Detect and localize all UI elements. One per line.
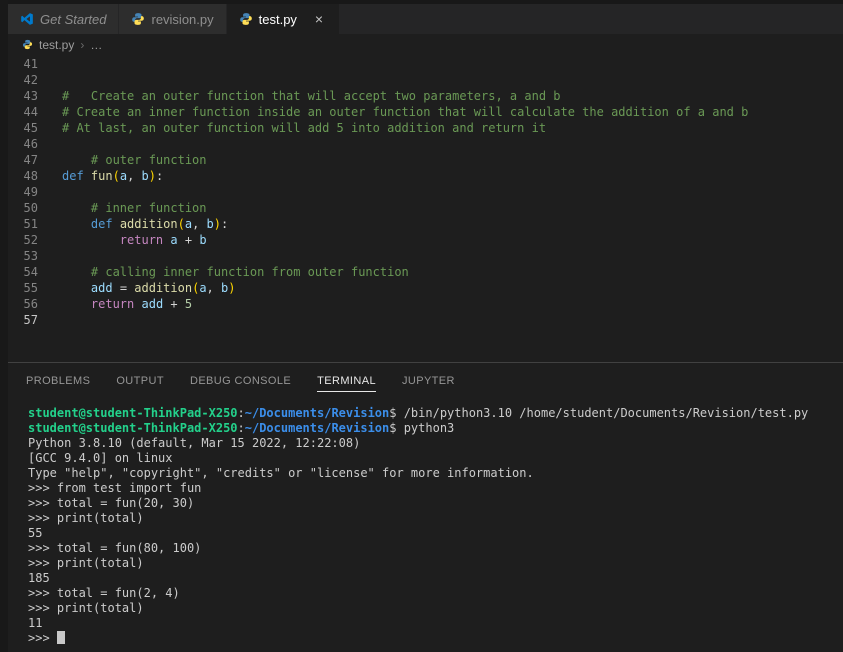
close-icon[interactable]: × — [311, 12, 327, 26]
panel-tab-terminal[interactable]: TERMINAL — [317, 369, 376, 392]
terminal[interactable]: student@student-ThinkPad-X250:~/Document… — [8, 398, 843, 652]
terminal-line: >>> total = fun(80, 100) — [28, 541, 202, 555]
code-line[interactable]: 42 — [8, 72, 843, 88]
line-number: 46 — [23, 137, 38, 151]
code-text: # At last, an outer function will add 5 … — [62, 121, 547, 135]
chevron-right-icon: › — [80, 37, 85, 52]
line-number: 43 — [23, 89, 38, 103]
line-number: 48 — [23, 169, 38, 183]
terminal-line: student@student-ThinkPad-X250:~/Document… — [28, 421, 455, 435]
panel-tab-debug-console[interactable]: DEBUG CONSOLE — [190, 369, 291, 392]
activity-bar-strip — [0, 0, 8, 652]
main-column: Get Started revision.py test.py × test.p… — [8, 0, 843, 652]
code-line[interactable]: 45 # At last, an outer function will add … — [8, 120, 843, 136]
tab-get-started[interactable]: Get Started — [8, 4, 120, 34]
code-text: # calling inner function from outer func… — [62, 265, 409, 279]
code-editor[interactable]: 41 42 43 # Create an outer function that wi… — [8, 55, 843, 362]
code-line[interactable]: 53 — [8, 248, 843, 264]
editor-tab-bar: Get Started revision.py test.py × — [8, 4, 843, 34]
code-line[interactable]: 44 # Create an inner function inside an o… — [8, 104, 843, 120]
line-number: 42 — [23, 73, 38, 87]
code-line[interactable]: 41 — [8, 56, 843, 72]
line-number: 44 — [23, 105, 38, 119]
terminal-line: >>> print(total) — [28, 511, 144, 525]
bottom-panel: PROBLEMS OUTPUT DEBUG CONSOLE TERMINAL JUPYT… — [8, 362, 843, 652]
terminal-line: >>> from test import fun — [28, 481, 202, 495]
code-line[interactable]: 56 return add + 5 — [8, 296, 843, 312]
editor-lines: 41 42 43 # Create an outer function that wi… — [8, 56, 843, 328]
line-number: 51 — [23, 217, 38, 231]
breadcrumb-file[interactable]: test.py — [39, 38, 74, 52]
terminal-line: 11 — [28, 616, 43, 630]
python-icon — [239, 12, 253, 26]
line-number: 49 — [23, 185, 38, 199]
code-line[interactable]: 49 — [8, 184, 843, 200]
line-number: 54 — [23, 265, 38, 279]
tab-label: test.py — [258, 11, 297, 27]
panel-tabs: PROBLEMS OUTPUT DEBUG CONSOLE TERMINAL JUPYT… — [8, 363, 843, 398]
code-text: return a + b — [119, 233, 207, 247]
line-number: 41 — [23, 57, 38, 71]
tab-label: revision.py — [151, 11, 214, 27]
terminal-line: >>> — [28, 631, 843, 646]
line-number: 47 — [23, 153, 38, 167]
python-icon — [22, 39, 33, 50]
line-number: 57 — [23, 313, 38, 327]
line-number: 56 — [23, 297, 38, 311]
breadcrumb-symbol[interactable]: … — [90, 38, 102, 52]
terminal-line: student@student-ThinkPad-X250:~/Document… — [28, 406, 809, 420]
tab-label: Get Started — [40, 11, 107, 27]
line-number: 50 — [23, 201, 38, 215]
tab-revision-py[interactable]: revision.py — [119, 4, 227, 34]
terminal-line: 185 — [28, 571, 50, 585]
panel-tab-problems[interactable]: PROBLEMS — [26, 369, 90, 392]
terminal-line: Type "help", "copyright", "credits" or "… — [28, 466, 534, 480]
code-text: add = addition(a, b) — [90, 281, 236, 295]
code-line[interactable]: 47 # outer function — [8, 152, 843, 168]
code-text: # Create an inner function inside an out… — [62, 105, 749, 119]
breadcrumb: test.py › … — [8, 34, 843, 55]
line-number: 52 — [23, 233, 38, 247]
panel-tab-jupyter[interactable]: JUPYTER — [402, 369, 455, 392]
code-line[interactable]: 48 def fun(a, b): — [8, 168, 843, 184]
terminal-line: >>> print(total) — [28, 601, 144, 615]
terminal-line: >>> total = fun(2, 4) — [28, 586, 180, 600]
vscode-logo-icon — [20, 12, 34, 26]
code-line[interactable]: 52 return a + b — [8, 232, 843, 248]
panel-tab-output[interactable]: OUTPUT — [116, 369, 164, 392]
terminal-cursor — [56, 631, 65, 644]
code-text: # outer function — [62, 153, 207, 167]
code-text: def addition(a, b): — [90, 217, 229, 231]
python-icon — [131, 12, 145, 26]
code-text: # Create an outer function that will acc… — [62, 89, 561, 103]
code-text: # inner function — [62, 201, 207, 215]
code-line[interactable]: 50 # inner function — [8, 200, 843, 216]
code-text: def fun(a, b): — [62, 169, 164, 183]
code-line[interactable]: 54 # calling inner function from outer f… — [8, 264, 843, 280]
code-text: return add + 5 — [90, 297, 193, 311]
terminal-line: >>> total = fun(20, 30) — [28, 496, 195, 510]
terminal-line: >>> print(total) — [28, 556, 144, 570]
terminal-line: 55 — [28, 526, 43, 540]
line-number: 53 — [23, 249, 38, 263]
terminal-line: Python 3.8.10 (default, Mar 15 2022, 12:… — [28, 436, 368, 450]
line-number: 55 — [23, 281, 38, 295]
code-line[interactable]: 51 def addition(a, b): — [8, 216, 843, 232]
line-number: 45 — [23, 121, 38, 135]
terminal-line: [GCC 9.4.0] on linux — [28, 451, 173, 465]
code-line[interactable]: 55 add = addition(a, b) — [8, 280, 843, 296]
tab-test-py[interactable]: test.py × — [226, 4, 340, 34]
vscode-window: Get Started revision.py test.py × test.p… — [0, 0, 843, 652]
code-line[interactable]: 57 — [8, 312, 843, 328]
code-line[interactable]: 43 # Create an outer function that will a… — [8, 88, 843, 104]
code-line[interactable]: 46 — [8, 136, 843, 152]
terminal-content: student@student-ThinkPad-X250:~/Document… — [28, 406, 843, 646]
